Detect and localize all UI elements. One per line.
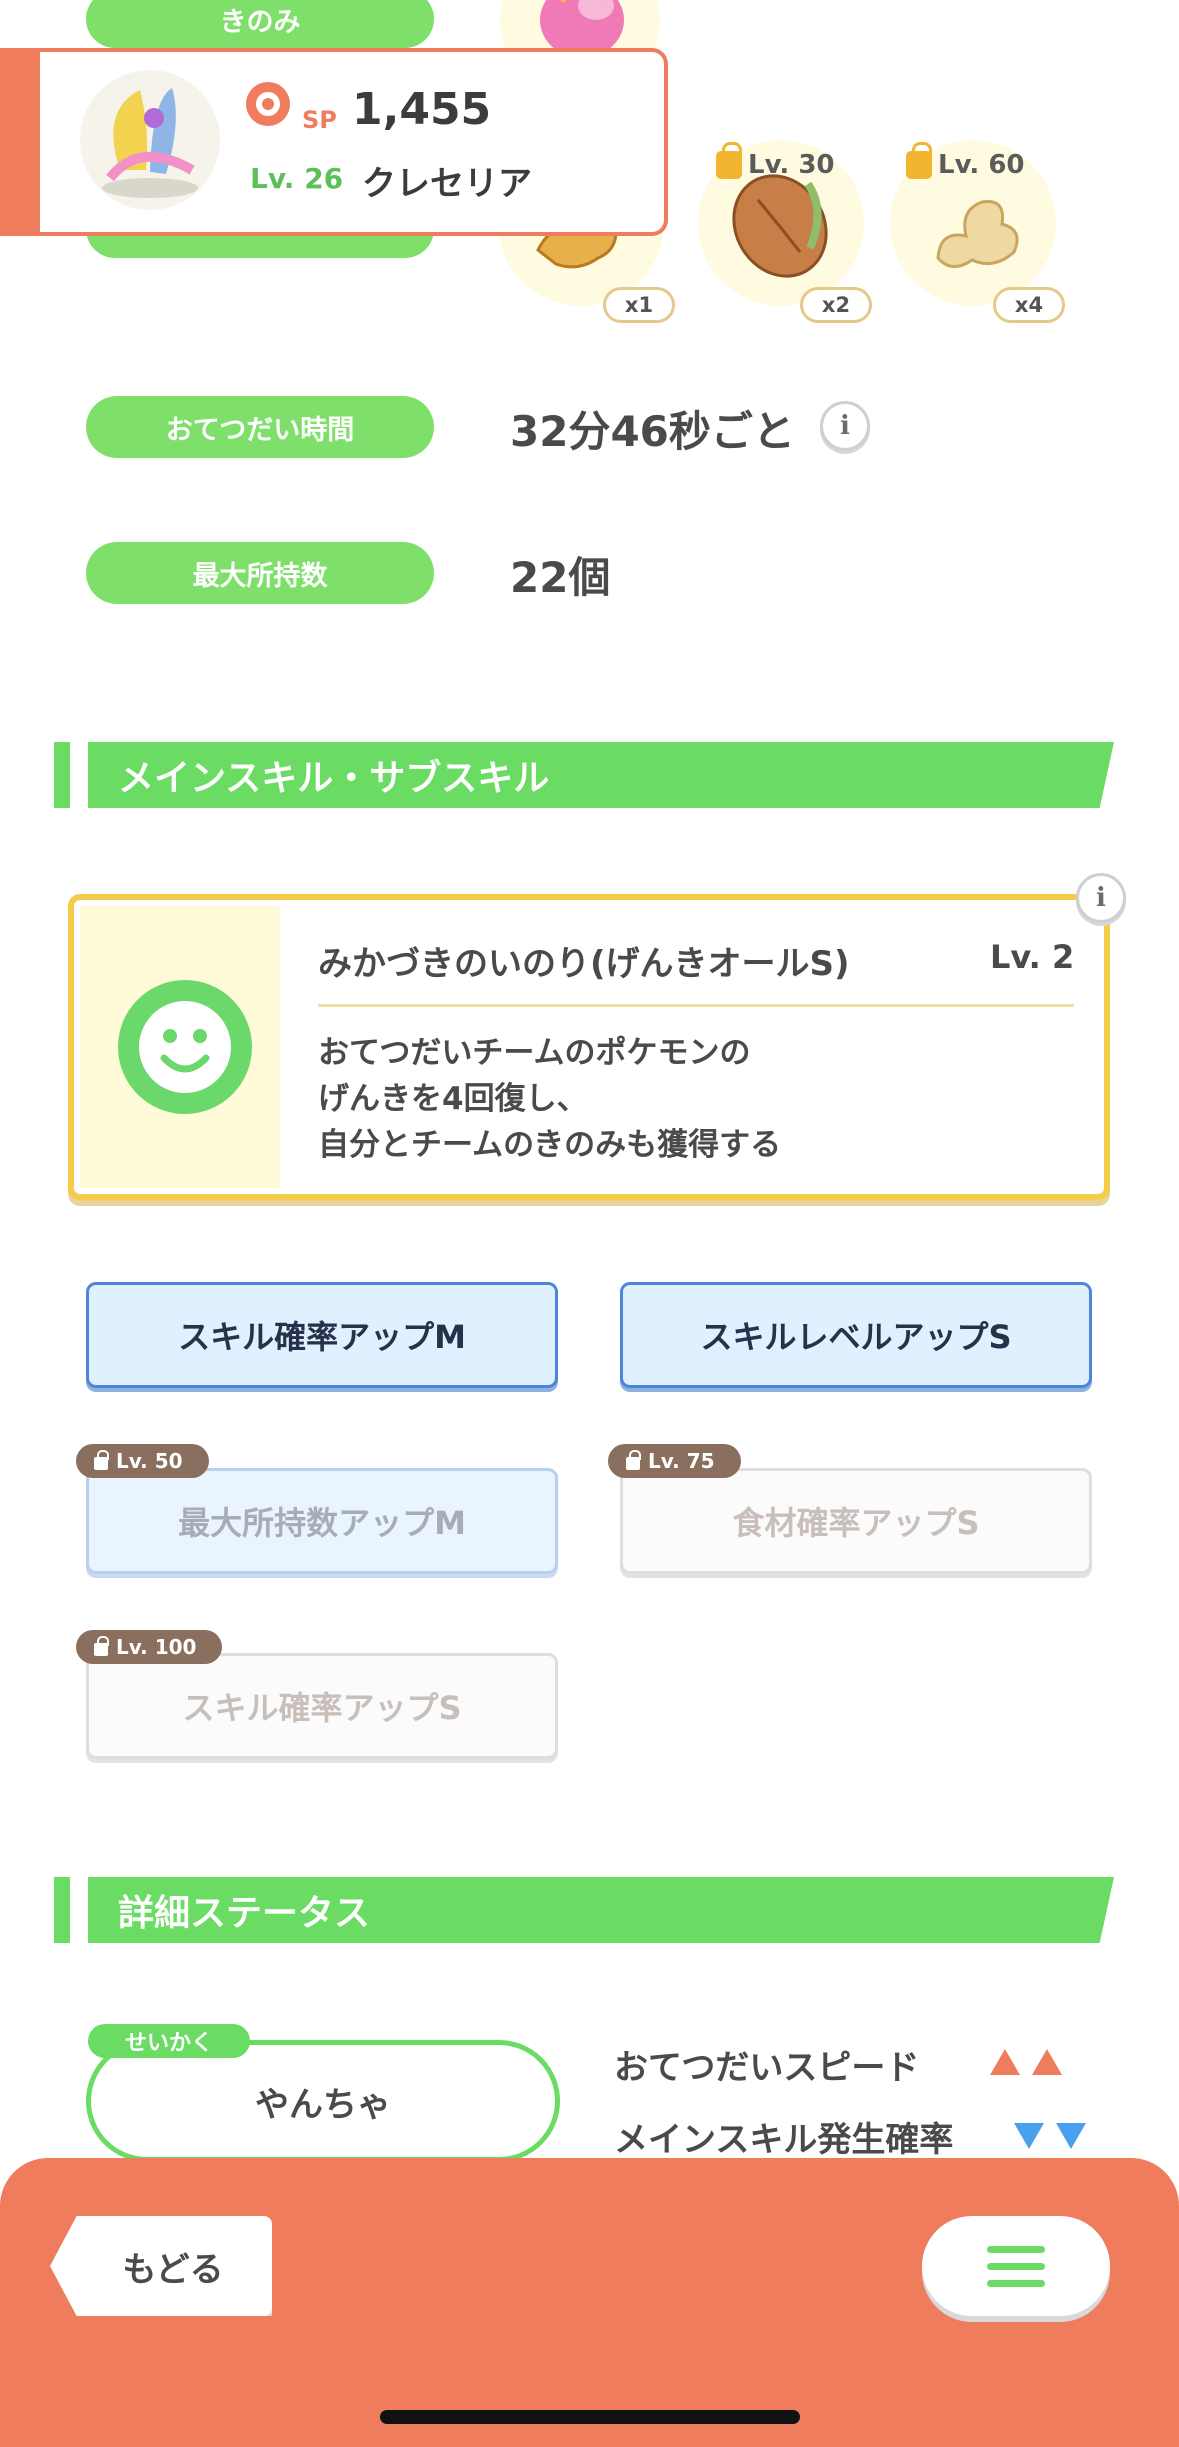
lock-icon bbox=[906, 142, 932, 179]
down-arrows-icon bbox=[1014, 2118, 1094, 2158]
nature-effect-up: おてつだいスピード bbox=[614, 2040, 1062, 2089]
details-section-header: 詳細ステータス bbox=[54, 1877, 1114, 1943]
sub-skill-4-button[interactable]: 食材確率アップS bbox=[620, 1468, 1092, 1574]
hamburger-menu-icon[interactable] bbox=[922, 2216, 1110, 2316]
details-section-title: 詳細ステータス bbox=[118, 1893, 371, 1934]
main-skill-description: おてつだいチームのポケモンの げんきを4回復し、 自分とチームのきのみも獲得する bbox=[318, 1035, 782, 1163]
nature-tag: せいかく bbox=[88, 2024, 250, 2058]
lock-icon bbox=[94, 1635, 109, 1656]
main-skill-divider bbox=[318, 1004, 1074, 1007]
sp-label: SP bbox=[302, 106, 337, 134]
up-arrows-icon bbox=[990, 2044, 1070, 2084]
back-button[interactable]: もどる bbox=[50, 2216, 272, 2316]
help-time-info-icon[interactable]: i bbox=[820, 401, 870, 451]
berry-label: きのみ bbox=[86, 0, 434, 48]
max-carry-label: 最大所持数 bbox=[86, 542, 434, 604]
help-time-value: 32分46秒ごと bbox=[510, 407, 795, 456]
pokemon-sprite bbox=[80, 70, 220, 210]
sub-skill-2-button[interactable]: スキルレベルアップS bbox=[620, 1282, 1092, 1388]
lock-icon bbox=[626, 1449, 641, 1470]
help-time-label: おてつだい時間 bbox=[86, 396, 434, 458]
ingredient-unlock-2: Lv. 30 bbox=[716, 142, 835, 180]
sub-skill-5-button[interactable]: スキル確率アップS bbox=[86, 1653, 558, 1759]
skills-section-header: メインスキル・サブスキル bbox=[54, 742, 1114, 808]
smile-icon bbox=[118, 980, 252, 1114]
main-skill-info-icon[interactable]: i bbox=[1076, 873, 1126, 923]
sub-skill-5-unlock-badge: Lv. 100 bbox=[76, 1630, 223, 1664]
lock-icon bbox=[94, 1449, 109, 1470]
home-indicator[interactable] bbox=[380, 2410, 800, 2424]
cresselia-icon bbox=[102, 88, 198, 198]
max-carry-value: 22個 bbox=[510, 553, 611, 602]
ingredient-unlock-3: Lv. 60 bbox=[906, 142, 1025, 180]
main-skill-level: Lv. 2 bbox=[990, 938, 1075, 976]
nature-value[interactable]: やんちゃ bbox=[86, 2040, 560, 2162]
sp-value: 1,455 bbox=[352, 84, 492, 135]
ingredient-count-2: x2 bbox=[800, 287, 872, 323]
pokemon-name: クレセリア bbox=[362, 164, 532, 204]
sub-skill-1-button[interactable]: スキル確率アップM bbox=[86, 1282, 558, 1388]
ingredient-count-1: x1 bbox=[603, 287, 675, 323]
lock-icon bbox=[716, 142, 742, 179]
main-skill-card[interactable]: みかづきのいのり(げんきオールS) Lv. 2 おてつだいチームのポケモンの げ… bbox=[68, 894, 1110, 1200]
pokeball-icon bbox=[246, 82, 290, 126]
pokemon-level: Lv. 26 bbox=[250, 162, 344, 195]
sub-skill-4-unlock-badge: Lv. 75 bbox=[608, 1444, 741, 1478]
sub-skill-3-unlock-badge: Lv. 50 bbox=[76, 1444, 209, 1478]
nature-effect-down: メインスキル発生確率 bbox=[614, 2112, 1086, 2161]
main-skill-name: みかづきのいのり(げんきオールS) bbox=[318, 944, 850, 984]
skills-section-title: メインスキル・サブスキル bbox=[118, 758, 550, 799]
sub-skill-3-button[interactable]: 最大所持数アップM bbox=[86, 1468, 558, 1574]
ingredient-count-3: x4 bbox=[993, 287, 1065, 323]
pokemon-card[interactable]: SP 1,455 Lv. 26 クレセリア bbox=[0, 48, 668, 236]
